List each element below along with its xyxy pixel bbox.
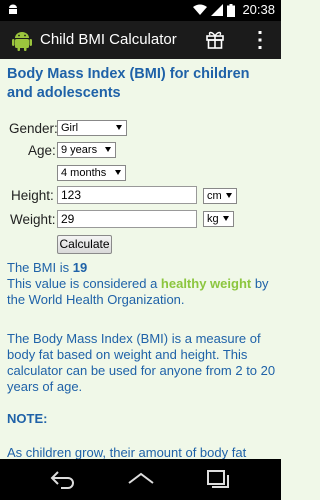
back-icon[interactable] [49,469,77,489]
gift-icon[interactable] [205,29,225,49]
android-icon [9,4,17,14]
bmi-result: The BMI is 19 This value is considered a… [7,260,277,308]
note-paragraph: As children grow, their amount of body f… [7,445,247,459]
bmi-value: 19 [72,260,88,275]
clock: 20:38 [242,2,275,17]
navigation-bar [0,459,281,500]
wifi-icon [193,4,207,15]
page-heading: Body Mass Index (BMI) for children and a… [7,66,250,101]
overflow-menu-icon[interactable] [256,28,264,52]
battery-icon [227,3,235,17]
main-content: Body Mass Index (BMI) for children and a… [0,59,281,459]
weight-unit-select[interactable]: kg [203,211,234,227]
gender-label: Gender: [9,121,58,136]
app-logo-icon[interactable] [10,28,34,52]
height-label: Height: [11,188,54,203]
result-text-prefix: This value is considered a [7,276,161,291]
weight-label: Weight: [10,212,56,227]
gender-select[interactable]: Girl [57,120,127,136]
age-label: Age: [28,143,56,158]
action-bar: Child BMI Calculator [0,21,281,59]
chevron-down-icon [226,193,232,198]
chevron-down-icon [116,125,122,130]
chevron-down-icon [223,216,229,221]
chevron-down-icon [105,147,111,152]
height-unit-value: cm [207,190,222,202]
bmi-prefix: The BMI is [7,260,73,275]
gender-value: Girl [61,122,79,134]
age-years-select[interactable]: 9 years [57,142,116,158]
note-title: NOTE: [7,411,48,426]
weight-input[interactable]: 29 [57,210,197,228]
weight-category: healthy weight [160,276,252,291]
weight-unit-value: kg [207,213,219,225]
height-input[interactable]: 123 [57,186,197,204]
calculate-button[interactable]: Calculate [57,235,112,254]
app-title: Child BMI Calculator [40,31,177,48]
description-paragraph: The Body Mass Index (BMI) is a measure o… [7,331,276,394]
age-years-value: 9 years [61,144,98,156]
chevron-down-icon [115,170,121,175]
age-months-select[interactable]: 4 months [57,165,126,181]
status-bar: 20:38 [0,0,281,21]
age-months-value: 4 months [61,167,107,179]
signal-icon [211,4,223,16]
home-icon[interactable] [126,469,156,489]
height-unit-select[interactable]: cm [203,188,237,204]
recents-icon[interactable] [206,469,230,489]
